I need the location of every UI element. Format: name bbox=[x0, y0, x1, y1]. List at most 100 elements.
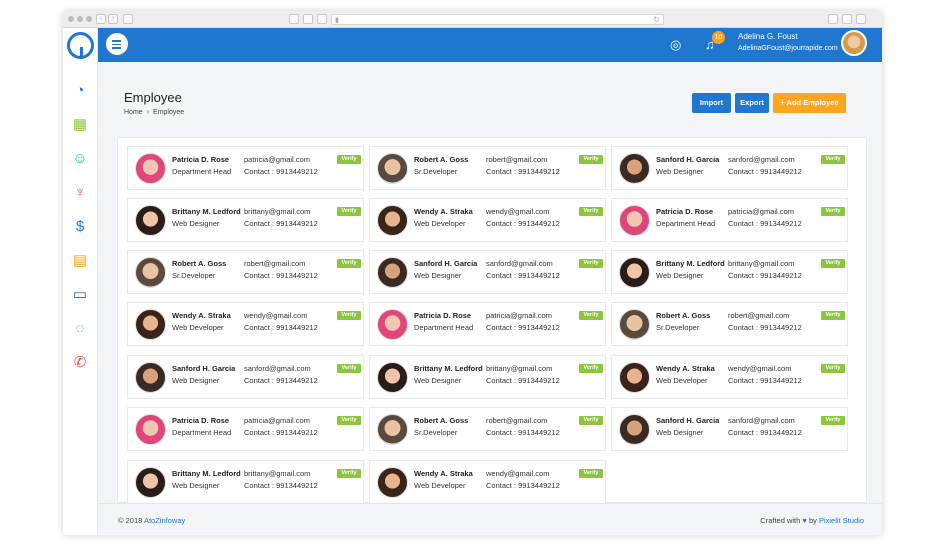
employee-email[interactable]: brittany@gmail.com bbox=[244, 469, 310, 478]
verify-badge[interactable]: Verify bbox=[579, 155, 603, 164]
import-button[interactable]: Import bbox=[692, 93, 731, 113]
employee-email[interactable]: wendy@gmail.com bbox=[244, 311, 307, 320]
window-maximize-dot[interactable] bbox=[86, 16, 92, 22]
verify-badge[interactable]: Verify bbox=[337, 311, 361, 320]
employee-card[interactable]: Robert A. Goss Sr.Developer robert@gmail.c… bbox=[369, 146, 606, 190]
add-employee-button[interactable]: + Add Employee bbox=[773, 93, 846, 113]
employee-email[interactable]: brittany@gmail.com bbox=[486, 364, 552, 373]
verify-badge[interactable]: Verify bbox=[579, 469, 603, 478]
employee-email[interactable]: brittany@gmail.com bbox=[244, 207, 310, 216]
employee-avatar bbox=[377, 257, 408, 288]
employee-avatar bbox=[377, 309, 408, 340]
verify-badge[interactable]: Verify bbox=[821, 155, 845, 164]
employee-email[interactable]: sanford@gmail.com bbox=[728, 155, 795, 164]
employee-email[interactable]: brittany@gmail.com bbox=[728, 259, 794, 268]
employee-card[interactable]: Robert A. Goss Sr.Developer robert@gmail.c… bbox=[611, 302, 848, 346]
employee-email[interactable]: patricia@gmail.com bbox=[728, 207, 794, 216]
verify-badge[interactable]: Verify bbox=[337, 364, 361, 373]
employee-email[interactable]: robert@gmail.com bbox=[486, 155, 547, 164]
back-icon[interactable]: ‹ bbox=[96, 14, 106, 24]
verify-badge[interactable]: Verify bbox=[337, 469, 361, 478]
employee-card[interactable]: Patricia D. Rose Department Head patricia@… bbox=[127, 407, 364, 451]
employee-card[interactable]: Robert A. Goss Sr.Developer robert@gmail.c… bbox=[369, 407, 606, 451]
presentation-icon[interactable]: ▤ bbox=[71, 252, 89, 270]
employee-card[interactable]: Sanford H. Garcia Web Designer sanford@gma… bbox=[127, 355, 364, 399]
employee-card[interactable]: Wendy A. Straka Web Developer wendy@gmail.… bbox=[127, 302, 364, 346]
support-icon[interactable]: ✆ bbox=[71, 354, 89, 372]
breadcrumb-home[interactable]: Home bbox=[124, 109, 143, 116]
user-name[interactable]: Adelina G. Foust bbox=[738, 32, 798, 41]
employee-contact: Contact : 9913449212 bbox=[244, 219, 318, 228]
user-avatar[interactable] bbox=[841, 30, 867, 56]
employee-card[interactable]: Patricia D. Rose Department Head patricia@… bbox=[127, 146, 364, 190]
home-icon[interactable] bbox=[317, 14, 327, 24]
settings-icon[interactable] bbox=[856, 14, 866, 24]
employee-email[interactable]: patricia@gmail.com bbox=[244, 416, 310, 425]
profile-icon[interactable]: ◎ bbox=[670, 38, 681, 52]
address-bar[interactable]: ▮ ↻ bbox=[331, 14, 664, 25]
verify-badge[interactable]: Verify bbox=[821, 207, 845, 216]
employee-email[interactable]: wendy@gmail.com bbox=[486, 207, 549, 216]
employee-card[interactable]: Wendy A. Straka Web Developer wendy@gmail.… bbox=[369, 460, 606, 504]
employee-card[interactable]: Sanford H. Garcia Web Designer sanford@gma… bbox=[369, 250, 606, 294]
verify-badge[interactable]: Verify bbox=[821, 259, 845, 268]
employee-email[interactable]: sanford@gmail.com bbox=[244, 364, 311, 373]
window-close-dot[interactable] bbox=[68, 16, 74, 22]
verify-badge[interactable]: Verify bbox=[337, 155, 361, 164]
employee-email[interactable]: patricia@gmail.com bbox=[244, 155, 310, 164]
employee-card[interactable]: Wendy A. Straka Web Developer wendy@gmail.… bbox=[369, 198, 606, 242]
verify-badge[interactable]: Verify bbox=[821, 311, 845, 320]
employee-card[interactable]: Brittany M. Ledford Web Designer brittany@… bbox=[611, 250, 848, 294]
employee-role: Sr.Developer bbox=[656, 323, 700, 332]
employee-contact: Contact : 9913449212 bbox=[486, 376, 560, 385]
employee-email[interactable]: robert@gmail.com bbox=[244, 259, 305, 268]
studio-link[interactable]: Pixielit Studio bbox=[819, 516, 864, 525]
export-button[interactable]: Export bbox=[735, 93, 769, 113]
employee-email[interactable]: patricia@gmail.com bbox=[486, 311, 552, 320]
payments-icon[interactable]: ▭ bbox=[71, 286, 89, 304]
employee-card[interactable]: Brittany M. Ledford Web Designer brittany@… bbox=[369, 355, 606, 399]
employee-card[interactable]: Wendy A. Straka Web Developer wendy@gmail.… bbox=[611, 355, 848, 399]
menu-toggle-button[interactable] bbox=[106, 33, 128, 55]
employee-email[interactable]: sanford@gmail.com bbox=[728, 416, 795, 425]
verify-badge[interactable]: Verify bbox=[821, 364, 845, 373]
employee-card[interactable]: Brittany M. Ledford Web Designer brittany@… bbox=[127, 460, 364, 504]
employee-card[interactable]: Sanford H. Garcia Web Designer sanford@gma… bbox=[611, 146, 848, 190]
employee-card[interactable]: Sanford H. Garcia Web Designer sanford@gma… bbox=[611, 407, 848, 451]
billing-icon[interactable]: $ bbox=[71, 218, 89, 236]
verify-badge[interactable]: Verify bbox=[337, 259, 361, 268]
share-icon[interactable] bbox=[828, 14, 838, 24]
employee-email[interactable]: wendy@gmail.com bbox=[728, 364, 791, 373]
tabs-icon[interactable] bbox=[842, 14, 852, 24]
reload-icon[interactable]: ↻ bbox=[653, 15, 660, 24]
forward-icon[interactable]: › bbox=[108, 14, 118, 24]
verify-badge[interactable]: Verify bbox=[579, 207, 603, 216]
employee-card[interactable]: Robert A. Goss Sr.Developer robert@gmail.c… bbox=[127, 250, 364, 294]
dashboard-icon[interactable]: ◔ bbox=[71, 82, 89, 100]
employee-email[interactable]: robert@gmail.com bbox=[486, 416, 547, 425]
verify-badge[interactable]: Verify bbox=[337, 207, 361, 216]
employee-email[interactable]: robert@gmail.com bbox=[728, 311, 789, 320]
verify-badge[interactable]: Verify bbox=[821, 416, 845, 425]
employee-card[interactable]: Brittany M. Ledford Web Designer brittany@… bbox=[127, 198, 364, 242]
employee-email[interactable]: wendy@gmail.com bbox=[486, 469, 549, 478]
calendar-icon[interactable]: ▦ bbox=[71, 116, 89, 134]
users-icon[interactable]: ☺ bbox=[71, 150, 89, 168]
verify-badge[interactable]: Verify bbox=[579, 311, 603, 320]
verify-badge[interactable]: Verify bbox=[579, 364, 603, 373]
verify-badge[interactable]: Verify bbox=[579, 416, 603, 425]
chat-icon[interactable]: ◌ bbox=[71, 320, 89, 338]
employee-card[interactable]: Patricia D. Rose Department Head patricia@… bbox=[611, 198, 848, 242]
verify-badge[interactable]: Verify bbox=[579, 259, 603, 268]
window-minimize-dot[interactable] bbox=[77, 16, 83, 22]
company-link[interactable]: AtoZinfoway bbox=[144, 516, 185, 525]
verify-badge[interactable]: Verify bbox=[337, 416, 361, 425]
employee-card[interactable]: Patricia D. Rose Department Head patricia@… bbox=[369, 302, 606, 346]
mail-icon[interactable] bbox=[303, 14, 313, 24]
employee-avatar bbox=[377, 467, 408, 498]
sidebar-toggle-icon[interactable] bbox=[123, 14, 133, 24]
employee-email[interactable]: sanford@gmail.com bbox=[486, 259, 553, 268]
handshake-icon[interactable]: ♆ bbox=[71, 184, 89, 202]
app-logo[interactable] bbox=[67, 32, 94, 59]
print-icon[interactable] bbox=[289, 14, 299, 24]
